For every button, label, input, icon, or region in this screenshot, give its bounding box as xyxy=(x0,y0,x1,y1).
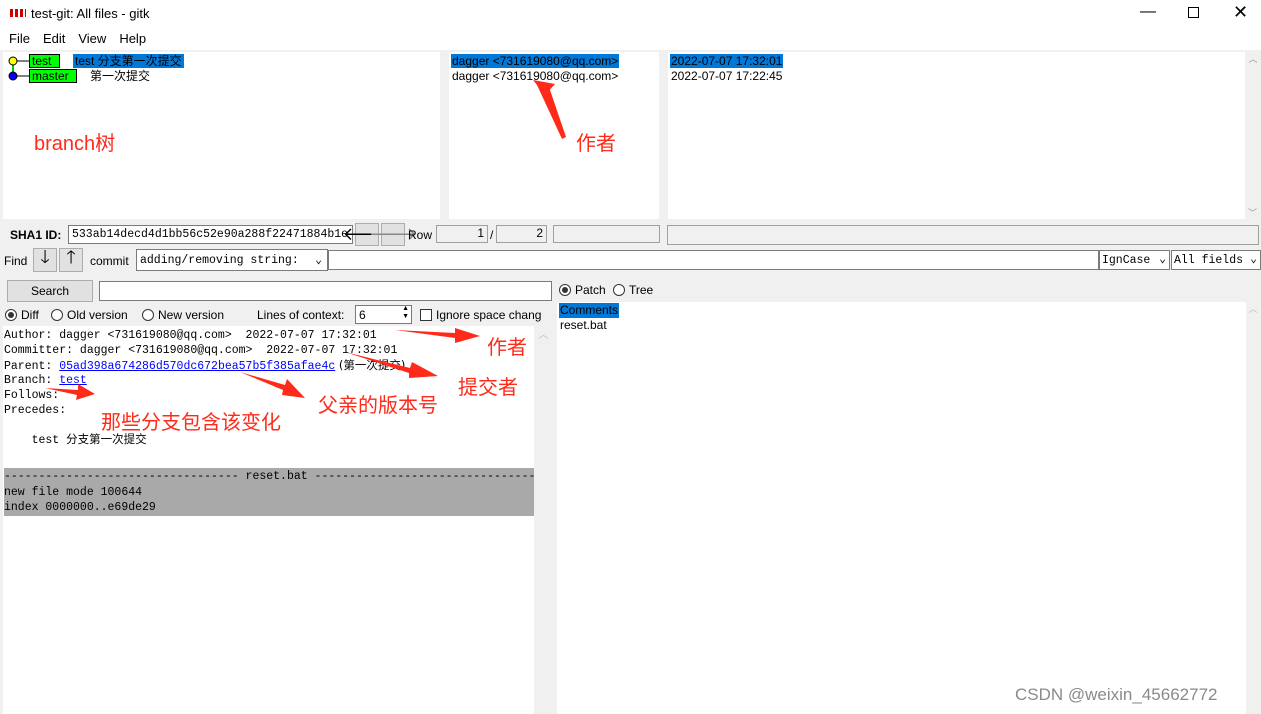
arrow-author-top-head xyxy=(533,80,555,95)
arrow-author xyxy=(395,328,480,343)
arrow-parent xyxy=(240,372,305,398)
annotation-arrows xyxy=(45,80,566,400)
annotation-branches: 那些分支包含该变化 xyxy=(101,412,281,434)
arrow-branches xyxy=(45,384,95,400)
watermark: CSDN @weixin_45662772 xyxy=(1015,685,1218,704)
annotation-committer: 提交者 xyxy=(458,377,518,399)
arrow-committer xyxy=(345,352,438,378)
annotation-parent: 父亲的版本号 xyxy=(318,395,438,417)
arrow-author-top xyxy=(537,84,566,139)
annotation-author: 作者 xyxy=(487,337,527,359)
